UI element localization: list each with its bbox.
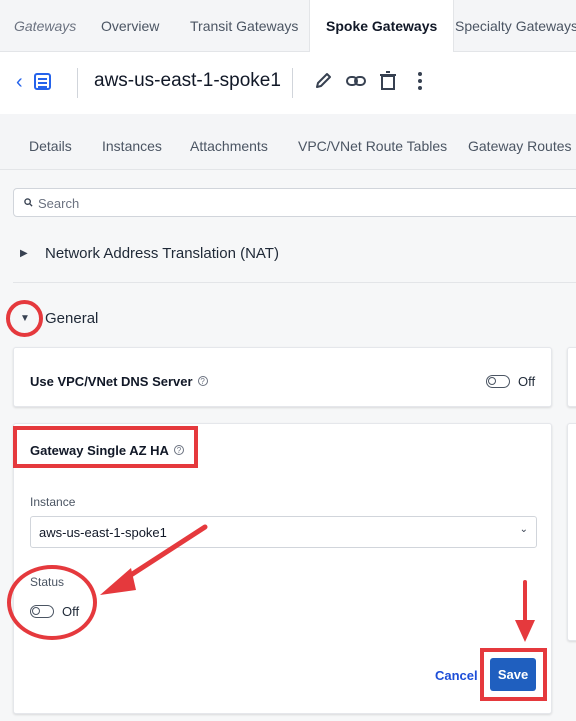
annotation-arrows — [100, 524, 535, 642]
annotation-arrowhead — [100, 568, 136, 595]
annotation-arrow — [117, 524, 208, 585]
annotation-arrowhead — [515, 620, 535, 642]
